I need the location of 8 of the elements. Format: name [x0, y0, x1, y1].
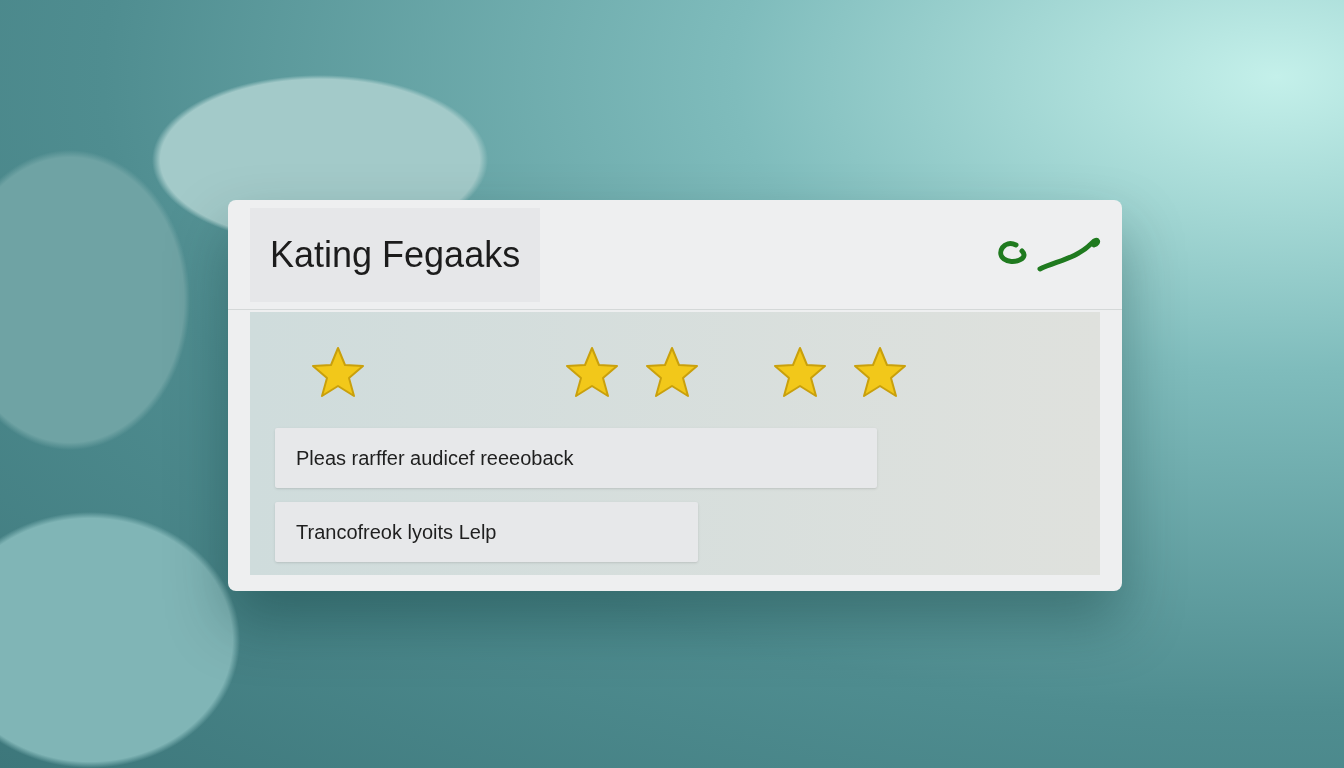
dialog-title: Kating Fegaaks [250, 207, 541, 302]
filled-star-icon[interactable] [853, 346, 907, 398]
text-field[interactable]: Trancofreok lyoits Lelp [275, 502, 698, 562]
filled-star-icon[interactable] [645, 346, 699, 398]
filled-star-icon[interactable] [311, 346, 365, 398]
filled-star-icon[interactable] [565, 346, 619, 398]
filled-star-icon[interactable] [773, 346, 827, 398]
text-field[interactable]: Pleas rarffer audicef reeeoback [275, 428, 877, 488]
